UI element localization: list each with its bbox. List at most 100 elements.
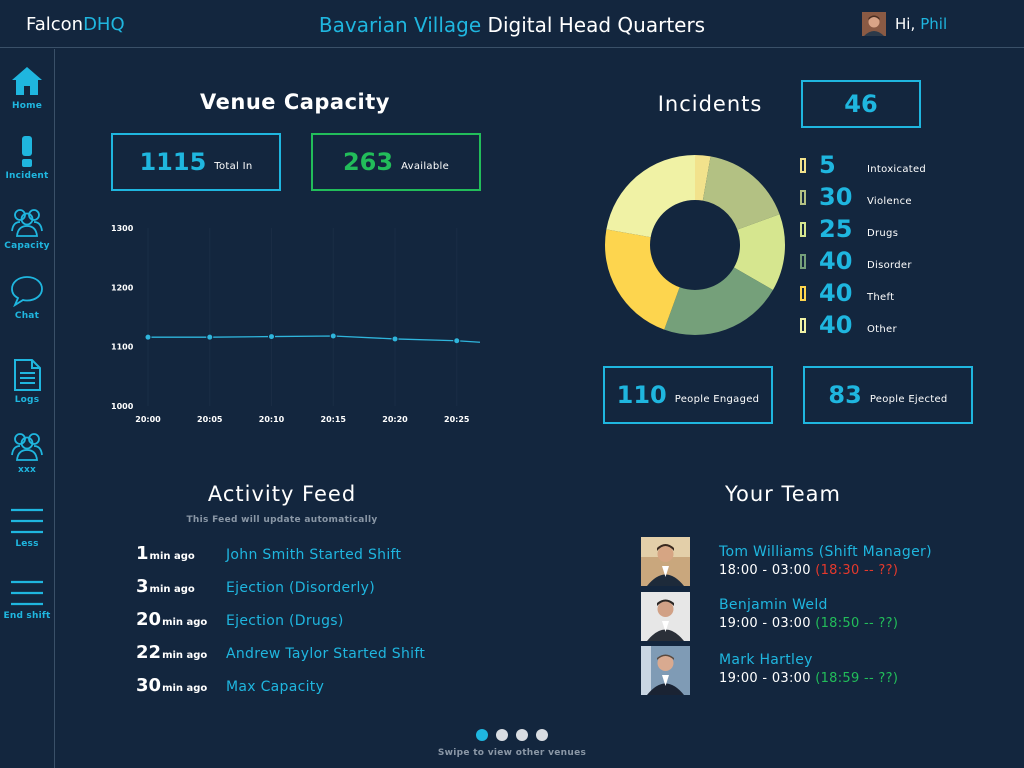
sidebar-label: Chat: [14, 311, 40, 321]
legend-value: 5: [819, 151, 836, 179]
people-ejected-card: 83 People Ejected: [803, 366, 973, 424]
total-in-card: 1115 Total In: [111, 133, 281, 191]
feed-item[interactable]: 3min ago Ejection (Disorderly): [136, 576, 375, 600]
feed-unit: min ago: [149, 584, 195, 595]
team-member-name[interactable]: Mark Hartley: [719, 652, 813, 668]
team-member-shift: 18:00 - 03:00 (18:30 -- ??): [719, 563, 898, 578]
pager-dot[interactable]: [516, 729, 528, 741]
team-member-name[interactable]: Tom Williams (Shift Manager): [719, 544, 932, 560]
team-member-photo[interactable]: [641, 646, 690, 695]
y-tick-label: 1000: [111, 402, 134, 411]
feed-item[interactable]: 1min ago John Smith Started Shift: [136, 543, 401, 567]
capacity-line-chart: 1300 1200 1100 100020:00 20:05 20:10 20:15 20:2…: [111, 224, 481, 424]
legend-label: Drugs: [867, 227, 899, 239]
data-point[interactable]: [391, 335, 399, 343]
actual-shift: (18:30 -- ??): [815, 563, 899, 578]
legend-swatch: [800, 253, 806, 269]
people-engaged-label: People Engaged: [674, 393, 760, 405]
data-point[interactable]: [206, 333, 214, 341]
y-tick-label: 1100: [111, 343, 134, 352]
legend-value: 40: [819, 311, 853, 339]
pager-dot[interactable]: [536, 729, 548, 741]
data-point[interactable]: [144, 333, 152, 341]
sidebar-item-capacity[interactable]: Capacity: [0, 205, 54, 251]
sidebar-item-xxx[interactable]: xxx: [0, 429, 54, 475]
legend-item: 30 Violence: [800, 183, 912, 211]
sidebar: Home Incident Capacity Chat Logs xxx Les…: [0, 49, 55, 768]
user-greeting[interactable]: Hi, Phil: [862, 12, 947, 36]
total-in-label: Total In: [214, 160, 253, 172]
team-member-photo[interactable]: [641, 592, 690, 641]
sidebar-item-home[interactable]: Home: [0, 65, 54, 111]
x-tick-label: 20:05: [197, 415, 223, 424]
legend-label: Intoxicated: [867, 163, 927, 175]
legend-label: Disorder: [867, 259, 912, 271]
menu-icon: [11, 580, 43, 606]
feed-text: John Smith Started Shift: [226, 547, 402, 563]
x-tick-label: 20:00: [135, 415, 161, 424]
sidebar-item-logs[interactable]: Logs: [0, 359, 54, 405]
exclamation-icon: [22, 136, 32, 167]
sidebar-label: Home: [12, 101, 42, 111]
user-avatar[interactable]: [862, 12, 886, 36]
legend-item: 40 Other: [800, 311, 897, 339]
y-tick-label: 1300: [111, 224, 134, 233]
pager-dot[interactable]: [496, 729, 508, 741]
sidebar-item-incident[interactable]: Incident: [0, 135, 54, 181]
donut-slice[interactable]: [606, 155, 695, 238]
menu-icon: [11, 508, 43, 534]
title-rest: Digital Head Quarters: [487, 13, 706, 37]
feed-text: Ejection (Drugs): [226, 613, 344, 629]
document-icon: [14, 359, 41, 391]
team-member-shift: 19:00 - 03:00 (18:50 -- ??): [719, 616, 898, 631]
team-member-name[interactable]: Benjamin Weld: [719, 597, 828, 613]
incidents-total-card: 46: [801, 80, 921, 128]
legend-label: Other: [867, 323, 897, 335]
x-tick-label: 20:15: [321, 415, 347, 424]
sidebar-item-end-shift[interactable]: End shift: [0, 579, 54, 621]
legend-swatch: [800, 189, 806, 205]
feed-unit: min ago: [162, 617, 208, 628]
scheduled-shift: 18:00 - 03:00: [719, 563, 811, 578]
feed-minutes: 20: [136, 609, 162, 630]
sidebar-label: xxx: [17, 465, 36, 475]
x-tick-label: 20:10: [259, 415, 285, 424]
available-value: 263: [342, 148, 394, 176]
feed-time: 20min ago: [136, 609, 226, 630]
people-engaged-card: 110 People Engaged: [603, 366, 773, 424]
feed-time: 22min ago: [136, 642, 226, 663]
available-label: Available: [401, 160, 450, 172]
legend-value: 40: [819, 247, 853, 275]
feed-time: 3min ago: [136, 576, 226, 597]
pager-dot[interactable]: [476, 729, 488, 741]
scheduled-shift: 19:00 - 03:00: [719, 616, 811, 631]
data-point[interactable]: [453, 337, 461, 345]
feed-item[interactable]: 22min ago Andrew Taylor Started Shift: [136, 642, 425, 666]
incidents-total-value: 46: [844, 90, 878, 118]
legend-item: 40 Theft: [800, 279, 894, 307]
feed-minutes: 30: [136, 675, 162, 696]
feed-minutes: 1: [136, 543, 149, 564]
data-point[interactable]: [329, 332, 337, 340]
legend-value: 40: [819, 279, 853, 307]
people-ejected-label: People Ejected: [869, 393, 948, 405]
sidebar-item-chat[interactable]: Chat: [0, 275, 54, 321]
greeting-text: Hi,: [895, 15, 916, 33]
sidebar-label: End shift: [3, 611, 51, 621]
data-point[interactable]: [268, 333, 276, 341]
feed-item[interactable]: 20min ago Ejection (Drugs): [136, 609, 344, 633]
x-tick-label: 20:20: [382, 415, 408, 424]
feed-text: Ejection (Disorderly): [226, 580, 376, 596]
legend-swatch: [800, 221, 806, 237]
legend-item: 25 Drugs: [800, 215, 898, 243]
legend-swatch: [800, 285, 806, 301]
venue-pager: [476, 729, 556, 741]
x-tick-label: 20:25: [444, 415, 470, 424]
available-card: 263 Available: [311, 133, 481, 191]
activity-feed-title: Activity Feed: [207, 482, 357, 506]
team-member-photo[interactable]: [641, 537, 690, 586]
feed-item[interactable]: 30min ago Max Capacity: [136, 675, 324, 699]
sidebar-item-less[interactable]: Less: [0, 507, 54, 549]
feed-unit: min ago: [149, 551, 195, 562]
donut-slice[interactable]: [605, 229, 680, 330]
